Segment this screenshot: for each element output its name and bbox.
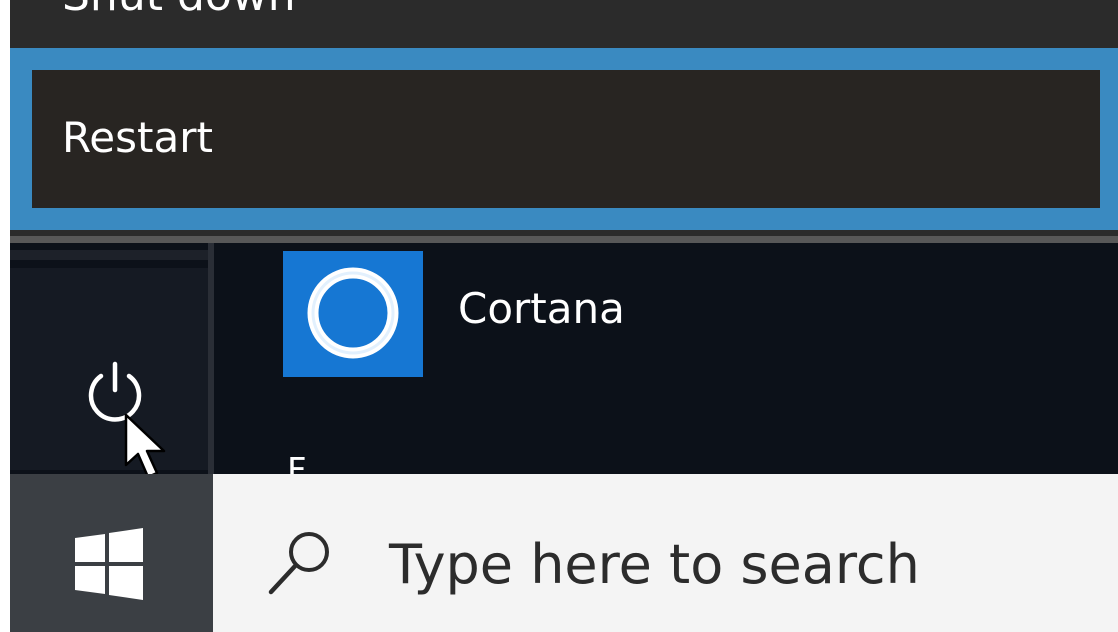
search-box[interactable]: Type here to search [213, 474, 1118, 632]
power-button[interactable] [10, 268, 208, 479]
start-menu: Cortana F [10, 243, 1118, 491]
start-button[interactable] [10, 474, 213, 632]
search-icon [268, 532, 329, 595]
screen: Shut down Restart [0, 0, 1118, 632]
flyout-divider [10, 236, 1118, 243]
taskbar: Type here to search [0, 474, 1118, 632]
menu-item-restart-inner[interactable]: Restart [32, 70, 1100, 208]
menu-item-label: Shut down [62, 0, 296, 26]
start-left-rail [10, 243, 208, 479]
menu-item-label: Restart [62, 113, 213, 162]
rail-divider [208, 243, 214, 474]
app-label: Cortana [458, 284, 625, 333]
cortana-tile[interactable] [283, 251, 423, 377]
menu-item-restart[interactable]: Restart [10, 48, 1118, 230]
rail-item[interactable] [10, 250, 208, 260]
windows-logo-icon [75, 528, 143, 600]
power-flyout-menu: Shut down Restart [10, 0, 1118, 243]
search-placeholder: Type here to search [389, 533, 920, 596]
screen-edge [0, 0, 10, 632]
menu-item-shut-down[interactable]: Shut down [10, 0, 1118, 48]
cortana-icon [307, 267, 399, 359]
